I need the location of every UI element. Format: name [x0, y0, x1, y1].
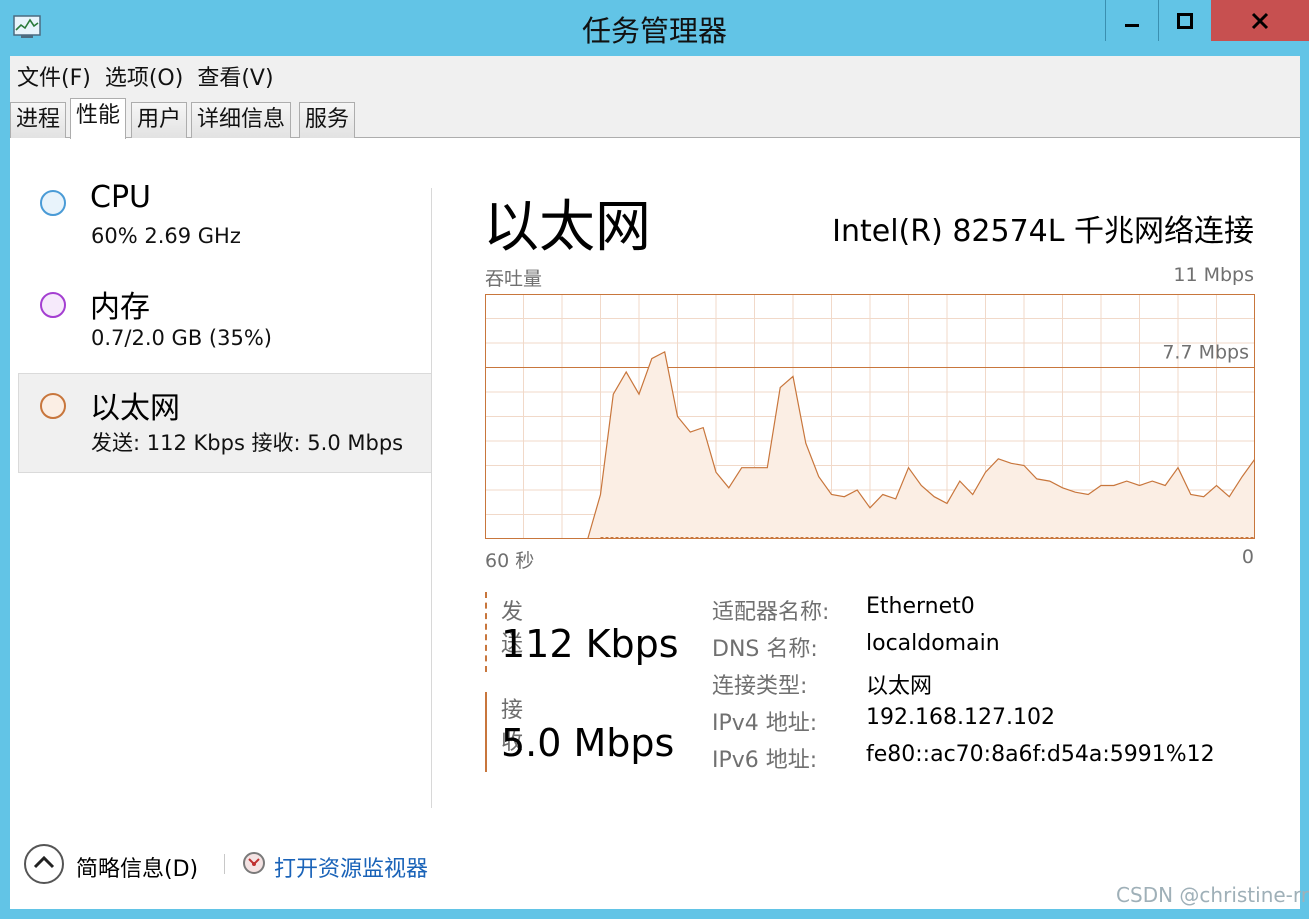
adapter-name: Intel(R) 82574L 千兆网络连接	[832, 214, 1254, 249]
zero-label: 0	[1241, 546, 1254, 568]
minimize-button[interactable]	[1105, 0, 1158, 41]
panel-divider	[431, 188, 432, 808]
ipv4-value: 192.168.127.102	[866, 705, 1055, 730]
tab-performance[interactable]: 性能	[70, 98, 127, 139]
fewer-details-label[interactable]: 简略信息(D)	[76, 851, 198, 883]
open-resource-monitor-link[interactable]: 打开资源监视器	[274, 851, 428, 883]
dns-name-value: localdomain	[866, 631, 1000, 656]
chart-scale-label: 7.7 Mbps	[1162, 342, 1249, 364]
sidebar-item-title: 以太网	[90, 391, 180, 426]
menu-bar: 文件(F) 选项(O) 查看(V)	[10, 56, 1300, 96]
close-icon	[1251, 12, 1269, 29]
dns-name-key: DNS 名称:	[712, 637, 818, 662]
sidebar-item-memory[interactable]: 内存 0.7/2.0 GB (35%)	[18, 276, 432, 376]
resource-title: 以太网	[483, 195, 651, 260]
menu-options[interactable]: 选项(O)	[98, 60, 190, 92]
ethernet-indicator-icon	[40, 393, 66, 419]
send-value: 112 Kbps	[501, 622, 679, 666]
time-span-label: 60 秒	[485, 550, 535, 572]
tab-processes[interactable]: 进程	[10, 102, 67, 138]
fewer-details-button[interactable]	[24, 844, 64, 884]
memory-indicator-icon	[40, 292, 66, 318]
tab-strip: 进程 性能 用户 详细信息 服务	[10, 96, 1300, 139]
maximize-icon	[1177, 12, 1193, 29]
adapter-name-value: Ethernet0	[866, 594, 975, 619]
connection-type-key: 连接类型:	[712, 674, 808, 699]
sidebar-item-title: CPU	[90, 180, 151, 215]
footer-separator	[224, 854, 225, 874]
connection-type-value: 以太网	[866, 674, 933, 699]
throughput-label: 吞吐量	[485, 268, 543, 290]
close-button[interactable]	[1211, 0, 1309, 41]
receive-indicator	[485, 692, 487, 772]
cpu-indicator-icon	[40, 190, 66, 216]
throughput-chart: 7.7 Mbps	[485, 294, 1255, 539]
menu-file[interactable]: 文件(F)	[10, 60, 98, 92]
adapter-name-key: 适配器名称:	[712, 600, 830, 625]
title-bar[interactable]: 任务管理器	[0, 0, 1309, 55]
max-scale-label: 11 Mbps	[1173, 264, 1254, 286]
tab-users[interactable]: 用户	[131, 102, 188, 138]
sidebar-item-subtitle: 60% 2.69 GHz	[91, 224, 241, 248]
ipv6-key: IPv6 地址:	[712, 748, 818, 773]
performance-panel: CPU 60% 2.69 GHz 内存 0.7/2.0 GB (35%) 以太网…	[10, 138, 1300, 909]
sidebar-item-subtitle: 发送: 112 Kbps 接收: 5.0 Mbps	[91, 431, 404, 455]
send-indicator	[485, 592, 487, 672]
sidebar-item-cpu[interactable]: CPU 60% 2.69 GHz	[18, 174, 432, 274]
tab-details[interactable]: 详细信息	[191, 102, 292, 138]
sidebar-item-ethernet[interactable]: 以太网 发送: 112 Kbps 接收: 5.0 Mbps	[18, 373, 432, 473]
ipv6-value: fe80::ac70:8a6f:d54a:5991%12	[866, 742, 1215, 767]
ipv4-key: IPv4 地址:	[712, 711, 818, 736]
sidebar-item-title: 内存	[90, 290, 150, 325]
minimize-icon	[1125, 23, 1139, 27]
chevron-up-icon	[33, 855, 55, 869]
watermark: CSDN @christine-rr	[1116, 883, 1309, 907]
tab-services[interactable]: 服务	[299, 102, 356, 138]
menu-view[interactable]: 查看(V)	[190, 60, 280, 92]
sidebar-item-subtitle: 0.7/2.0 GB (35%)	[91, 326, 272, 350]
maximize-button[interactable]	[1158, 0, 1211, 41]
task-manager-window: 任务管理器 文件(F) 选项(O) 查看(V) 进程 性能 用户 详细信息 服务…	[0, 0, 1309, 919]
receive-value: 5.0 Mbps	[501, 721, 675, 765]
resource-monitor-icon[interactable]	[242, 851, 266, 875]
